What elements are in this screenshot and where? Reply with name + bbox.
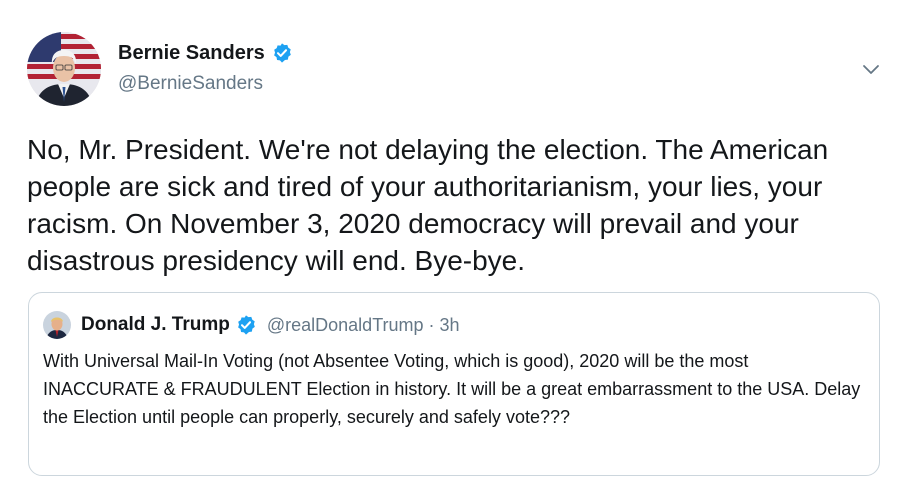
avatar-photo: [27, 32, 101, 106]
verified-badge-icon: [271, 42, 293, 64]
quoted-header: Donald J. Trump @realDonaldTrump · 3h: [81, 313, 460, 337]
tweet-text: No, Mr. President. We're not delaying th…: [27, 134, 829, 276]
author-name[interactable]: Bernie Sanders: [118, 41, 265, 65]
quoted-author-name[interactable]: Donald J. Trump: [81, 313, 230, 337]
author-name-row[interactable]: Bernie Sanders: [118, 41, 293, 65]
quoted-tweet-text: With Universal Mail-In Voting (not Absen…: [43, 351, 861, 427]
tweet-card: Bernie Sanders @BernieSanders No, Mr. Pr…: [0, 0, 917, 490]
verified-badge-icon: [235, 314, 257, 336]
author-handle[interactable]: @BernieSanders: [118, 72, 263, 96]
quoted-tweet[interactable]: Donald J. Trump @realDonaldTrump · 3h Wi…: [28, 292, 880, 476]
quoted-handle-and-time[interactable]: @realDonaldTrump · 3h: [267, 313, 460, 337]
quoted-author-avatar[interactable]: [43, 311, 71, 339]
chevron-down-icon[interactable]: [860, 58, 882, 80]
author-avatar[interactable]: [27, 32, 101, 106]
